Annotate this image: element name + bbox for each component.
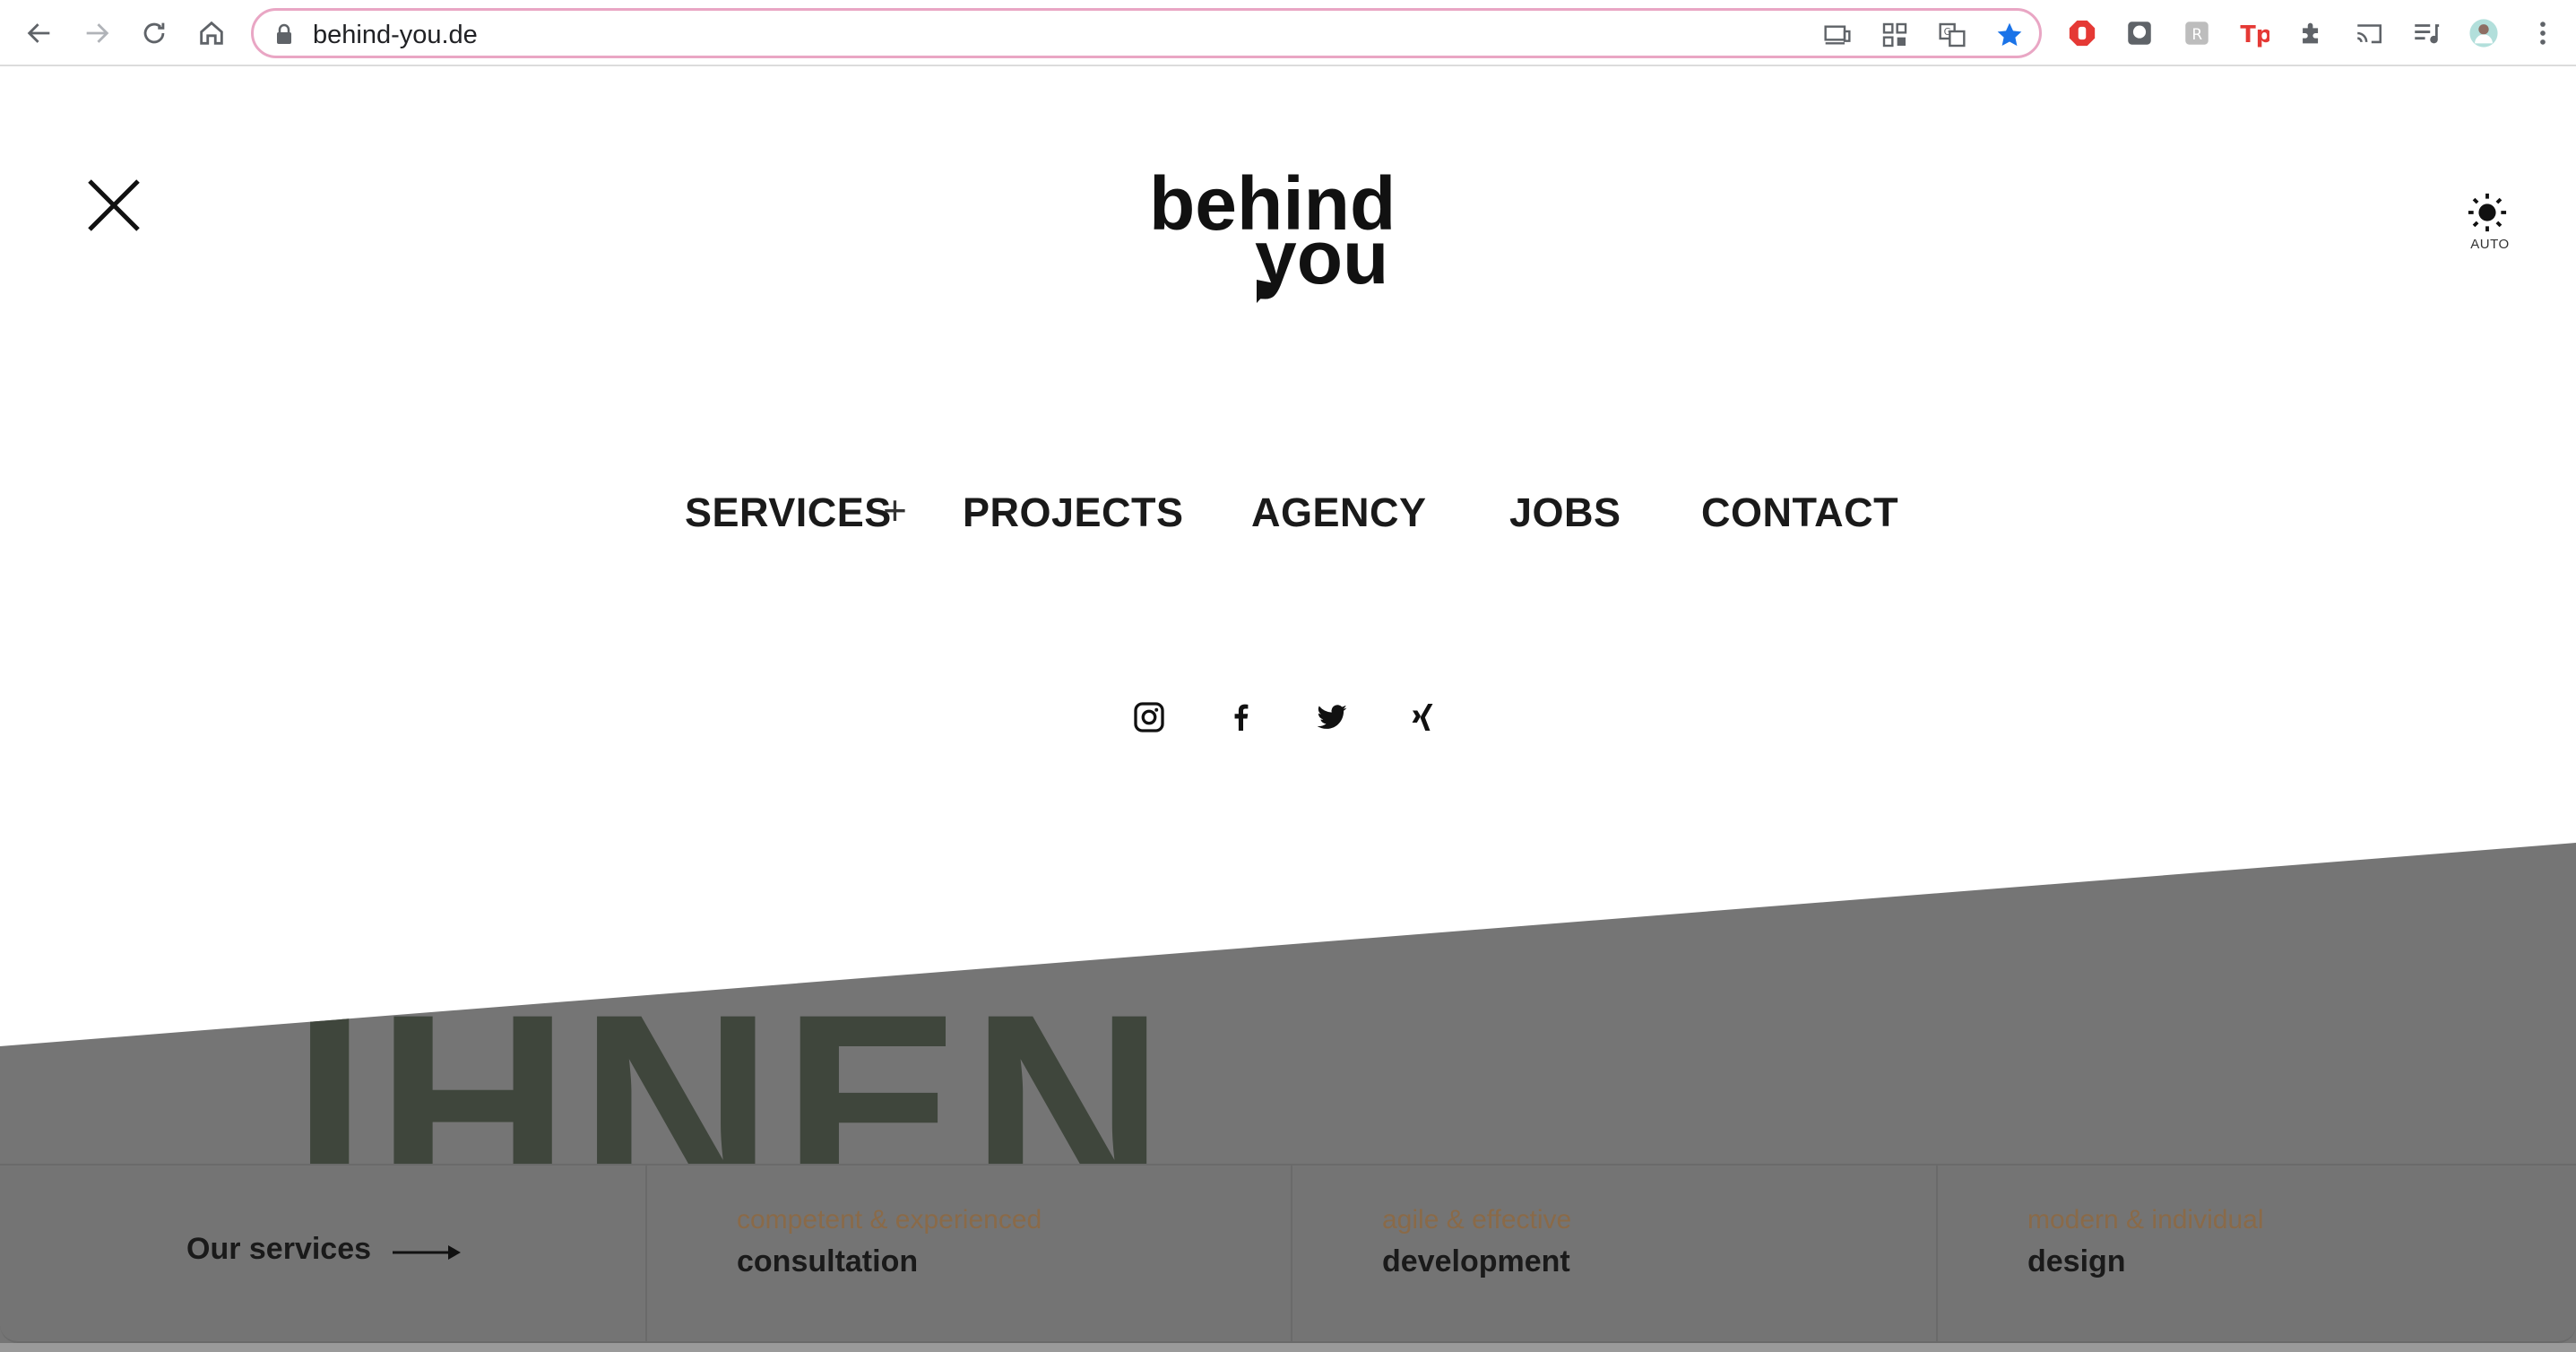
qr-code-icon[interactable] xyxy=(1878,19,1912,51)
media-queue-icon[interactable] xyxy=(2409,16,2443,50)
close-icon xyxy=(88,179,140,231)
bookmark-star-icon[interactable] xyxy=(1993,19,2027,51)
service-subtitle: agile & effective xyxy=(1382,1205,1572,1235)
service-card-consultation[interactable]: competent & experienced consultation xyxy=(647,1166,1292,1341)
nav-item-contact[interactable]: CONTACT xyxy=(1701,490,1898,536)
home-button[interactable] xyxy=(194,15,229,51)
adblock-extension-icon[interactable] xyxy=(2065,16,2099,50)
arrow-right-icon xyxy=(393,1245,461,1260)
service-title: design xyxy=(2027,1244,2126,1278)
bottom-strip xyxy=(0,1343,2576,1352)
instagram-link[interactable] xyxy=(1131,699,1167,735)
svg-text:Tp: Tp xyxy=(2240,22,2269,48)
xing-link[interactable] xyxy=(1405,699,1441,735)
lock-icon xyxy=(277,23,291,44)
home-icon xyxy=(200,21,223,45)
services-expand-button[interactable]: + xyxy=(883,486,907,534)
cast-device-icon[interactable] xyxy=(1820,19,1854,51)
service-subtitle: modern & individual xyxy=(2027,1205,2264,1235)
twitter-link[interactable] xyxy=(1314,699,1350,735)
back-button[interactable] xyxy=(22,15,57,51)
nav-item-services[interactable]: SERVICES xyxy=(685,490,892,536)
close-menu-button[interactable] xyxy=(86,178,142,233)
forward-button[interactable] xyxy=(79,15,115,51)
nav-item-jobs[interactable]: JOBS xyxy=(1509,490,1621,536)
translate-icon[interactable]: G xyxy=(1935,19,1969,51)
hero-word: IHNEN xyxy=(292,958,1174,1164)
sun-icon xyxy=(2468,193,2507,232)
reload-icon xyxy=(143,22,165,44)
xing-icon xyxy=(1412,704,1433,731)
address-bar[interactable]: G xyxy=(251,8,2042,58)
services-intro-label: Our services xyxy=(186,1232,372,1266)
service-card-design[interactable]: modern & individual design xyxy=(1938,1166,2576,1341)
logo-mark: behind you xyxy=(1149,161,1396,303)
services-intro-cell[interactable]: Our services xyxy=(0,1166,647,1341)
svg-text:G: G xyxy=(1944,26,1951,38)
nav-item-agency[interactable]: AGENCY xyxy=(1251,490,1427,536)
twitter-icon xyxy=(1317,705,1347,729)
profile-avatar-icon[interactable] xyxy=(2467,16,2501,50)
service-title: development xyxy=(1382,1244,1570,1278)
instagram-icon xyxy=(1134,702,1164,732)
logo[interactable]: behind you xyxy=(1149,161,1427,307)
back-arrow-icon xyxy=(27,23,50,43)
browser-toolbar: G R Tp xyxy=(0,0,2576,66)
theme-toggle[interactable]: AUTO xyxy=(2440,192,2520,255)
nav-item-projects[interactable]: PROJECTS xyxy=(963,490,1184,536)
facebook-icon xyxy=(1234,704,1249,731)
page-content: IHNEN behind you AUTO SERVICES + PROJECT… xyxy=(0,66,2576,1352)
forward-arrow-icon xyxy=(86,23,109,43)
theme-mode-label: AUTO xyxy=(2470,237,2510,252)
ruler-extension-icon[interactable]: R xyxy=(2180,16,2214,50)
main-navigation: SERVICES + PROJECTS AGENCY JOBS CONTACT xyxy=(0,487,2576,552)
url-input[interactable] xyxy=(313,21,1747,50)
more-menu-icon[interactable] xyxy=(2526,16,2560,50)
services-bar: Our services competent & experienced con… xyxy=(0,1164,2576,1343)
svg-text:R: R xyxy=(2191,26,2202,44)
service-card-development[interactable]: agile & effective development xyxy=(1292,1166,1938,1341)
reload-button[interactable] xyxy=(136,15,172,51)
service-title: consultation xyxy=(737,1244,919,1278)
logo-text-bottom: you xyxy=(1255,215,1388,299)
facebook-link[interactable] xyxy=(1223,699,1258,735)
tp-extension-icon[interactable]: Tp xyxy=(2237,16,2271,50)
puzzle-extensions-icon[interactable] xyxy=(2295,16,2329,50)
cast-icon[interactable] xyxy=(2352,16,2386,50)
service-subtitle: competent & experienced xyxy=(737,1205,1042,1235)
chat-extension-icon[interactable] xyxy=(2122,16,2157,50)
